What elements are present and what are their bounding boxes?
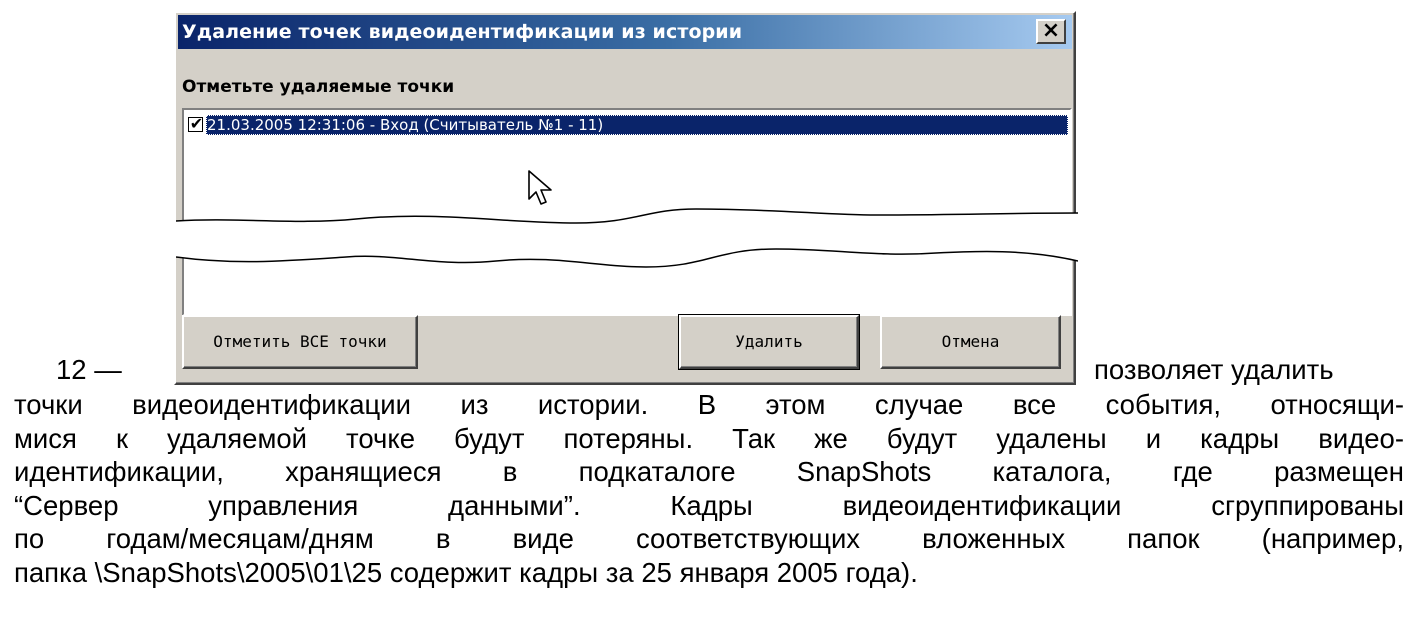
paragraph-line: идентификации, хранящиеся в подкаталоге … [14, 456, 1404, 487]
paragraph-line: папка \SnapShots\2005\01\25 содержит кад… [14, 556, 918, 588]
paragraph-line: мися к удаляемой точке будут потеряны. Т… [14, 422, 1404, 454]
mark-all-button[interactable]: Отметить ВСЕ точки [182, 315, 418, 369]
paragraph-line: по годам/месяцам/дням в виде соответству… [14, 523, 1404, 554]
paragraph-number: 12 — [56, 354, 122, 385]
delete-button[interactable]: Удалить [678, 314, 860, 370]
cancel-button[interactable]: Отмена [880, 315, 1061, 369]
mouse-pointer-icon [528, 170, 552, 205]
delete-points-dialog: Удаление точек видеоидентификации из ист… [174, 11, 1078, 385]
paragraph-body: точки видеоидентификации из истории. В э… [14, 388, 1404, 589]
paragraph-line: “Сервер управления данными”. Кадры видео… [14, 489, 1404, 521]
paragraph-line: точки видеоидентификации из истории. В э… [14, 389, 1404, 420]
paragraph-lead: позволяет удалить [1094, 354, 1334, 385]
